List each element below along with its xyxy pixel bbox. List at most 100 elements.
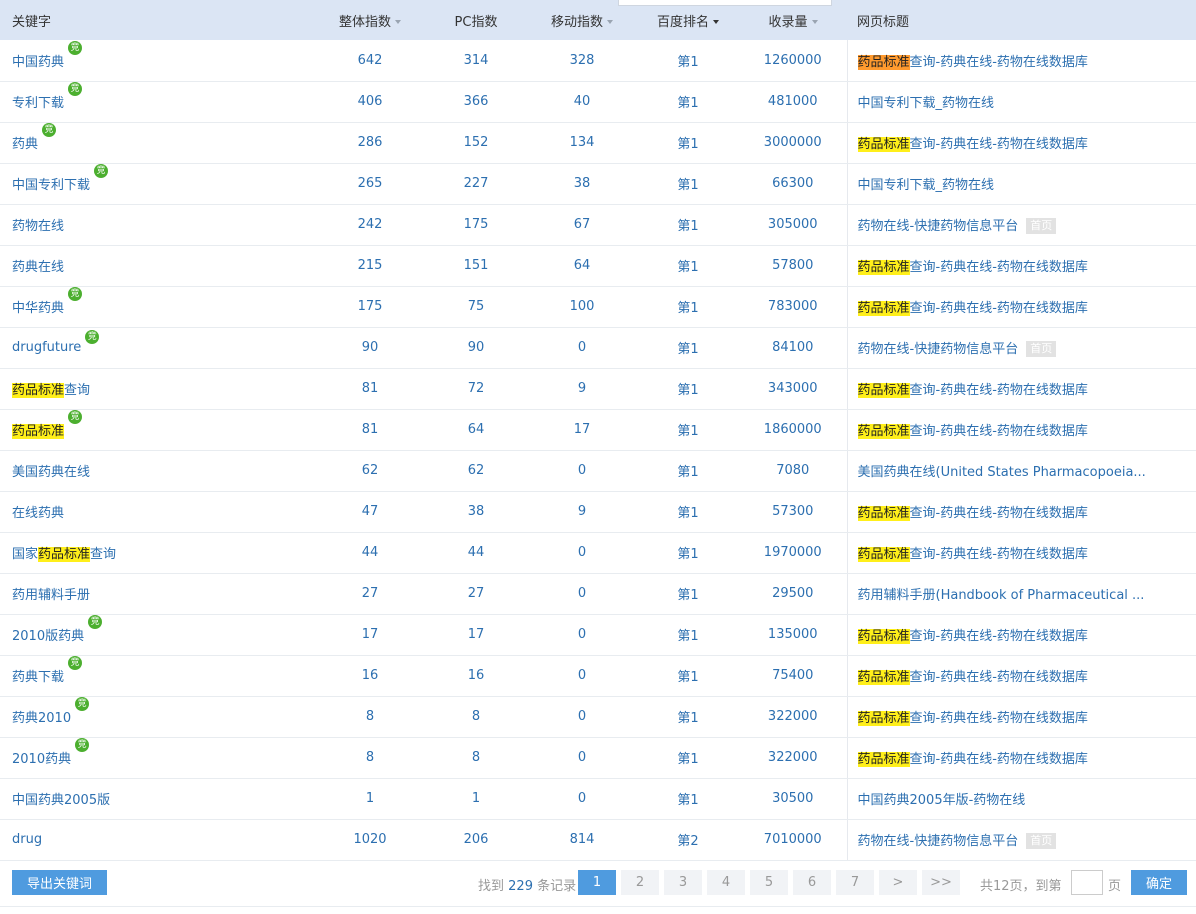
- keyword-link[interactable]: 专利下载: [12, 96, 64, 111]
- confirm-jump-button[interactable]: 确定: [1131, 870, 1187, 895]
- page-button[interactable]: 3: [664, 870, 702, 895]
- keyword-link[interactable]: 药典: [12, 137, 38, 152]
- export-keywords-button[interactable]: 导出关键词: [12, 870, 107, 895]
- keyword-cell: 在线药典: [0, 491, 315, 533]
- indexed-count-cell: 29500: [739, 573, 847, 615]
- pagination: 1 2 3 4 5 6 7 > >>: [578, 870, 960, 895]
- keyword-text: 美国药典在线: [12, 465, 91, 480]
- page-title-link[interactable]: 药品标准查询-药典在线-药物在线数据库: [857, 301, 1088, 316]
- keyword-text: 国家: [12, 547, 39, 562]
- table-row: 2010版药典竞 17 17 0 第1 135000 药品标准查询-药典在线-药物在线数据库: [0, 614, 1196, 656]
- keyword-cell: 药用辅料手册: [0, 573, 315, 615]
- overall-index-cell: 81: [315, 368, 425, 410]
- title-text: 中国专利下载_药物在线: [857, 96, 995, 111]
- keyword-link[interactable]: 中国专利下载: [12, 178, 90, 193]
- keyword-link[interactable]: 国家药品标准查询: [12, 547, 116, 562]
- keyword-link[interactable]: 药物在线: [12, 219, 64, 234]
- keyword-link[interactable]: 药典下载: [12, 670, 64, 685]
- col-indexed[interactable]: 收录量: [739, 0, 847, 40]
- page-title-link[interactable]: 药品标准查询-药典在线-药物在线数据库: [857, 424, 1088, 439]
- indexed-count-cell: 135000: [739, 614, 847, 656]
- page-title-link[interactable]: 中国专利下载_药物在线: [858, 178, 995, 193]
- baidu-rank-cell: 第1: [637, 573, 739, 615]
- page-title-link[interactable]: 药品标准查询-药典在线-药物在线数据库: [857, 260, 1088, 275]
- page-title-link[interactable]: 中国药典2005年版-药物在线: [858, 793, 1026, 808]
- col-overall-index[interactable]: 整体指数: [315, 0, 425, 40]
- page-button[interactable]: 6: [793, 870, 831, 895]
- page-button[interactable]: 4: [707, 870, 745, 895]
- keyword-link[interactable]: 2010版药典: [12, 629, 84, 644]
- table-row: drug 1020 206 814 第2 7010000 药物在线-快捷药物信息平台 首页: [0, 819, 1196, 861]
- keyword-link[interactable]: drug: [12, 832, 42, 847]
- page-title-link[interactable]: 药物在线-快捷药物信息平台: [858, 219, 1019, 234]
- page-title-link[interactable]: 药品标准查询-药典在线-药物在线数据库: [857, 506, 1088, 521]
- keyword-cell: 2010版药典竞: [0, 614, 315, 656]
- page-title-link[interactable]: 药品标准查询-药典在线-药物在线数据库: [857, 54, 1088, 70]
- page-title-link[interactable]: 药品标准查询-药典在线-药物在线数据库: [857, 752, 1088, 767]
- keyword-link[interactable]: 中国药典: [12, 55, 64, 70]
- page-jump-input[interactable]: [1071, 870, 1103, 895]
- col-baidu-rank[interactable]: 百度排名: [637, 0, 739, 40]
- baidu-rank-cell: 第1: [637, 737, 739, 779]
- page-button[interactable]: 7: [836, 870, 874, 895]
- table-row: 中华药典竞 175 75 100 第1 783000 药品标准查询-药典在线-药物在线数据库: [0, 286, 1196, 328]
- page-title-link[interactable]: 美国药典在线(United States Pharmacopoeia...: [858, 465, 1146, 480]
- page-title-link[interactable]: 中国专利下载_药物在线: [858, 96, 995, 111]
- page-title-link[interactable]: 药用辅料手册(Handbook of Pharmaceutical ...: [858, 588, 1145, 603]
- page-button[interactable]: >>: [922, 870, 960, 895]
- col-mobile-index[interactable]: 移动指数: [527, 0, 637, 40]
- page-button[interactable]: 5: [750, 870, 788, 895]
- sort-caret-icon: [395, 20, 401, 24]
- col-keyword-label: 关键字: [12, 14, 52, 30]
- overall-index-cell: 47: [315, 491, 425, 533]
- keyword-link[interactable]: 美国药典在线: [12, 465, 90, 480]
- page-title-link[interactable]: 药品标准查询-药典在线-药物在线数据库: [857, 137, 1088, 152]
- table-row: 专利下载竞 406 366 40 第1 481000 中国专利下载_药物在线: [0, 81, 1196, 123]
- page-title-link[interactable]: 药品标准查询-药典在线-药物在线数据库: [857, 711, 1088, 726]
- keyword-link[interactable]: 在线药典: [12, 506, 64, 521]
- title-text: 中国药典2005年版-药物在线: [857, 793, 1026, 808]
- keyword-cell: 中国药典2005版: [0, 778, 315, 820]
- competition-badge-icon: 竞: [94, 164, 109, 178]
- overall-index-cell: 81: [315, 409, 425, 451]
- page-title-link[interactable]: 药物在线-快捷药物信息平台: [858, 342, 1019, 357]
- indexed-count-cell: 322000: [739, 696, 847, 738]
- indexed-count-cell: 322000: [739, 737, 847, 779]
- page-title-link[interactable]: 药品标准查询-药典在线-药物在线数据库: [857, 383, 1088, 398]
- indexed-count-cell: 1970000: [739, 532, 847, 574]
- page-title-cell: 药品标准查询-药典在线-药物在线数据库: [846, 40, 1196, 82]
- mobile-index-cell: 9: [527, 368, 637, 410]
- highlight-term: 药品标准: [857, 137, 910, 152]
- highlight-term: 药品标准: [857, 752, 910, 767]
- page-button[interactable]: >: [879, 870, 917, 895]
- page-button[interactable]: 1: [578, 870, 616, 895]
- keyword-link[interactable]: 药品标准查询: [12, 383, 90, 398]
- title-text: 查询-药典在线-药物在线数据库: [909, 54, 1088, 70]
- homepage-tag: 首页: [1026, 833, 1057, 850]
- keyword-link[interactable]: 药典在线: [12, 260, 64, 275]
- baidu-rank-cell: 第1: [637, 450, 739, 492]
- keyword-link[interactable]: 中华药典: [12, 301, 64, 316]
- homepage-tag: 首页: [1026, 341, 1057, 358]
- page-title-cell: 药物在线-快捷药物信息平台 首页: [846, 327, 1196, 369]
- page-title-link[interactable]: 药品标准查询-药典在线-药物在线数据库: [857, 670, 1088, 685]
- keyword-link[interactable]: 药用辅料手册: [12, 588, 90, 603]
- col-pc-index: PC指数: [425, 0, 527, 40]
- overall-index-cell: 8: [315, 696, 425, 738]
- keyword-link[interactable]: 药典2010: [12, 711, 71, 726]
- indexed-count-cell: 75400: [739, 655, 847, 697]
- table-footer: 导出关键词 找到 229 条记录 1 2 3 4 5 6 7 > >> 共12页，到第 页 确定: [0, 860, 1196, 907]
- page-title-cell: 药品标准查询-药典在线-药物在线数据库: [846, 696, 1196, 738]
- keyword-link[interactable]: 中国药典2005版: [12, 793, 110, 808]
- page-title-link[interactable]: 药品标准查询-药典在线-药物在线数据库: [857, 547, 1088, 562]
- keyword-link[interactable]: 药品标准: [12, 424, 65, 439]
- page-title-cell: 药品标准查询-药典在线-药物在线数据库: [846, 737, 1196, 779]
- indexed-count-cell: 1860000: [739, 409, 847, 451]
- title-text: 查询-药典在线-药物在线数据库: [909, 629, 1088, 644]
- keyword-link[interactable]: drugfuture: [12, 340, 81, 355]
- keyword-link[interactable]: 2010药典: [12, 752, 71, 767]
- keyword-cell: 中国药典竞: [0, 40, 315, 82]
- page-title-link[interactable]: 药品标准查询-药典在线-药物在线数据库: [857, 629, 1088, 644]
- page-button[interactable]: 2: [621, 870, 659, 895]
- page-title-link[interactable]: 药物在线-快捷药物信息平台: [858, 834, 1019, 849]
